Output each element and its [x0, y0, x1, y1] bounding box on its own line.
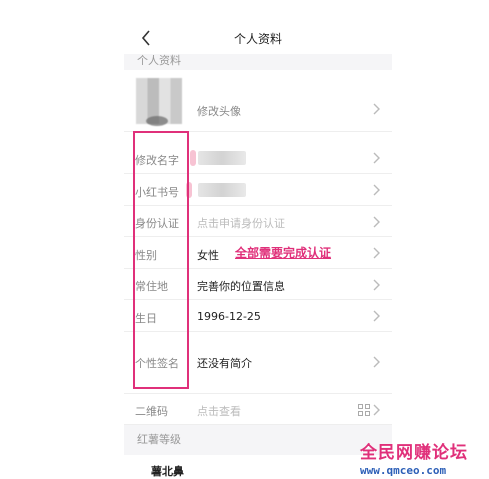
chevron-right-icon [373, 216, 380, 228]
nav-bar: 个人资料 [124, 24, 392, 54]
annotation-text: 全部需要完成认证 [235, 246, 332, 260]
watermark-title: 全民网赚论坛 [360, 443, 468, 463]
row-name-label: 修改名字 [135, 154, 179, 167]
chevron-right-icon [373, 103, 380, 115]
qrcode-icon [358, 404, 370, 416]
chevron-right-icon [373, 184, 380, 196]
row-id-verify[interactable]: 身份认证 点击申请身份认证 [124, 206, 392, 237]
row-birthday-label: 生日 [135, 312, 157, 325]
row-level[interactable]: 薯北鼻 [124, 455, 392, 479]
row-qrcode-label: 二维码 [135, 405, 168, 418]
chevron-right-icon [373, 247, 380, 259]
row-qrcode[interactable]: 二维码 点击查看 [124, 394, 392, 425]
avatar-row-label: 修改头像 [197, 105, 241, 118]
row-residence[interactable]: 常住地 完善你的位置信息 [124, 269, 392, 300]
row-id-verify-value: 点击申请身份认证 [197, 217, 285, 230]
page-title: 个人资料 [233, 32, 282, 46]
row-name[interactable]: 修改名字 [124, 142, 392, 174]
section-header-profile: 个人资料 [124, 54, 392, 70]
row-redbook-id[interactable]: 小红书号 [124, 174, 392, 206]
highlight-mark [190, 150, 196, 166]
chevron-right-icon [373, 310, 380, 322]
watermark-url: www.qmceo.com [360, 464, 447, 477]
section-header-level: 红薯等级 [124, 425, 392, 455]
row-birthday-value: 1996-12-25 [197, 310, 261, 323]
row-gender-value: 女性 [197, 249, 219, 262]
chevron-right-icon [373, 152, 380, 164]
level-value: 薯北鼻 [151, 465, 184, 478]
row-id-verify-label: 身份认证 [135, 217, 179, 230]
row-residence-label: 常住地 [135, 280, 168, 293]
row-signature-value: 还没有简介 [197, 357, 252, 370]
highlight-mark [186, 182, 192, 198]
row-signature[interactable]: 个性签名 还没有简介 [124, 332, 392, 394]
row-qrcode-value: 点击查看 [197, 405, 241, 418]
name-value-blurred [198, 151, 246, 165]
chevron-right-icon [373, 356, 380, 368]
watermark: 全民网赚论坛 www.qmceo.com [360, 438, 485, 477]
row-gender-label: 性别 [135, 249, 157, 262]
chevron-right-icon [373, 404, 380, 416]
row-signature-label: 个性签名 [135, 357, 179, 370]
chevron-right-icon [373, 279, 380, 291]
row-redbook-id-label: 小红书号 [135, 186, 179, 199]
row-birthday[interactable]: 生日 1996-12-25 [124, 300, 392, 332]
redbook-id-value-blurred [198, 183, 246, 197]
profile-screen: 个人资料 个人资料 修改头像 修改名字 小红书号 身份认证 点击申请身份认证 性… [124, 0, 392, 479]
avatar-row[interactable]: 修改头像 [124, 72, 392, 132]
avatar [136, 78, 182, 126]
row-residence-value: 完善你的位置信息 [197, 280, 285, 293]
